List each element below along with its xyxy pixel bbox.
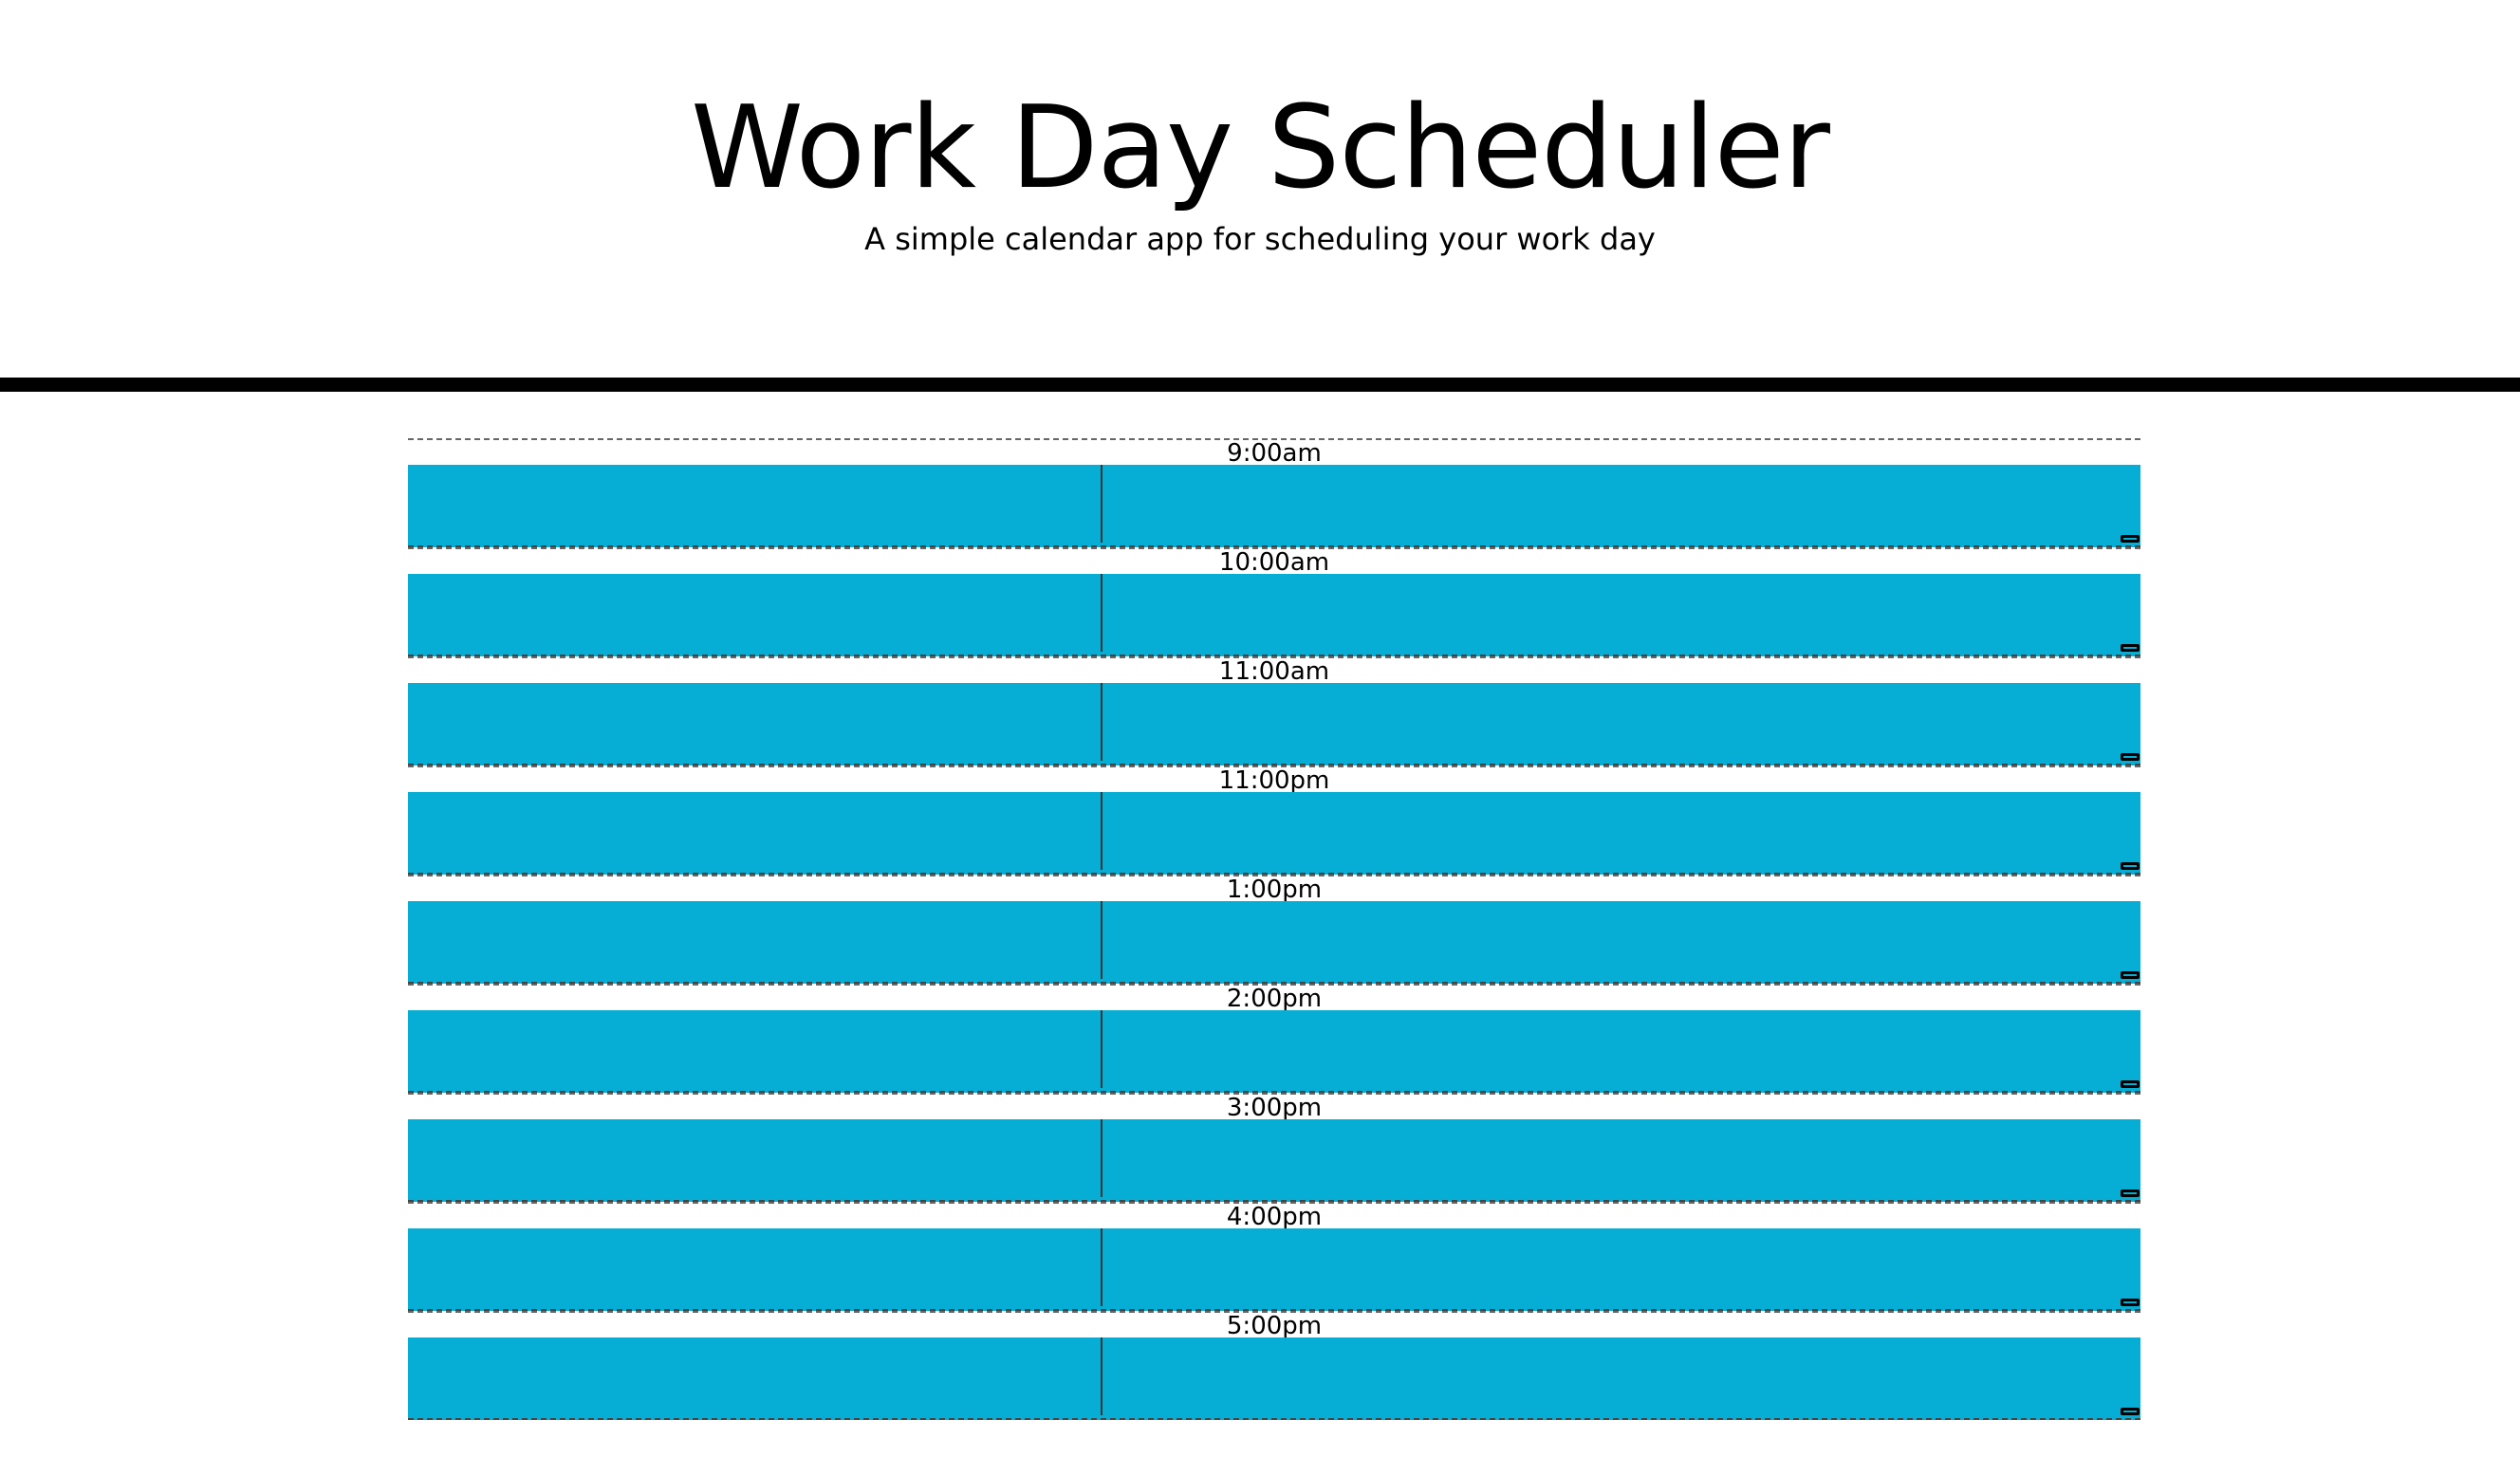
save-icon [2121, 1190, 2140, 1197]
save-button[interactable] [1102, 465, 2140, 545]
header: Work Day Scheduler A simple calendar app… [0, 0, 2520, 378]
time-block: 10:00am [408, 547, 2140, 656]
description-input[interactable] [408, 574, 1101, 655]
save-button[interactable] [1102, 1337, 2140, 1418]
time-block: 11:00pm [408, 765, 2140, 875]
hour-label: 11:00pm [1218, 766, 1330, 795]
time-block: 2:00pm [408, 984, 2140, 1093]
time-block-body [408, 901, 2140, 984]
save-button[interactable] [1102, 901, 2140, 982]
save-button[interactable] [1102, 1228, 2140, 1309]
description-input[interactable] [408, 1119, 1101, 1200]
description-input[interactable] [408, 792, 1101, 873]
save-icon [2121, 862, 2140, 870]
description-input[interactable] [408, 683, 1101, 764]
save-button[interactable] [1102, 792, 2140, 873]
time-block: 4:00pm [408, 1202, 2140, 1311]
hour-label: 11:00am [1218, 657, 1330, 686]
save-icon [2121, 535, 2140, 543]
time-block-body [408, 683, 2140, 765]
save-icon [2121, 1080, 2140, 1088]
time-block-body [408, 574, 2140, 656]
hour-label: 3:00pm [1226, 1094, 1323, 1122]
time-block: 5:00pm [408, 1311, 2140, 1420]
page-title: Work Day Scheduler [691, 83, 1830, 214]
time-block-body [408, 1228, 2140, 1311]
hour-label: 1:00pm [1226, 876, 1323, 904]
time-block-body [408, 1119, 2140, 1202]
hour-label: 5:00pm [1226, 1312, 1323, 1340]
hour-label: 9:00am [1227, 439, 1322, 468]
time-block: 9:00am [408, 438, 2140, 547]
save-icon [2121, 644, 2140, 652]
time-block-body [408, 792, 2140, 875]
schedule-container: 9:00am 10:00am 11:00am 11:00pm 1:00pm 2:… [408, 438, 2140, 1420]
save-button[interactable] [1102, 683, 2140, 764]
hour-label: 10:00am [1218, 548, 1330, 577]
description-input[interactable] [408, 1228, 1101, 1309]
time-block: 1:00pm [408, 875, 2140, 984]
save-button[interactable] [1102, 1010, 2140, 1091]
header-divider [0, 378, 2520, 392]
save-button[interactable] [1102, 574, 2140, 655]
description-input[interactable] [408, 465, 1101, 545]
description-input[interactable] [408, 1010, 1101, 1091]
hour-label: 4:00pm [1226, 1203, 1323, 1231]
save-button[interactable] [1102, 1119, 2140, 1200]
time-block: 3:00pm [408, 1093, 2140, 1202]
save-icon [2121, 1408, 2140, 1415]
save-icon [2121, 1299, 2140, 1306]
page-subtitle: A simple calendar app for scheduling you… [864, 221, 1656, 257]
time-block-body [408, 1010, 2140, 1093]
description-input[interactable] [408, 1337, 1101, 1418]
time-block-body [408, 465, 2140, 547]
time-block-body [408, 1337, 2140, 1420]
time-block: 11:00am [408, 656, 2140, 765]
save-icon [2121, 753, 2140, 761]
hour-label: 2:00pm [1226, 985, 1323, 1013]
description-input[interactable] [408, 901, 1101, 982]
save-icon [2121, 971, 2140, 979]
